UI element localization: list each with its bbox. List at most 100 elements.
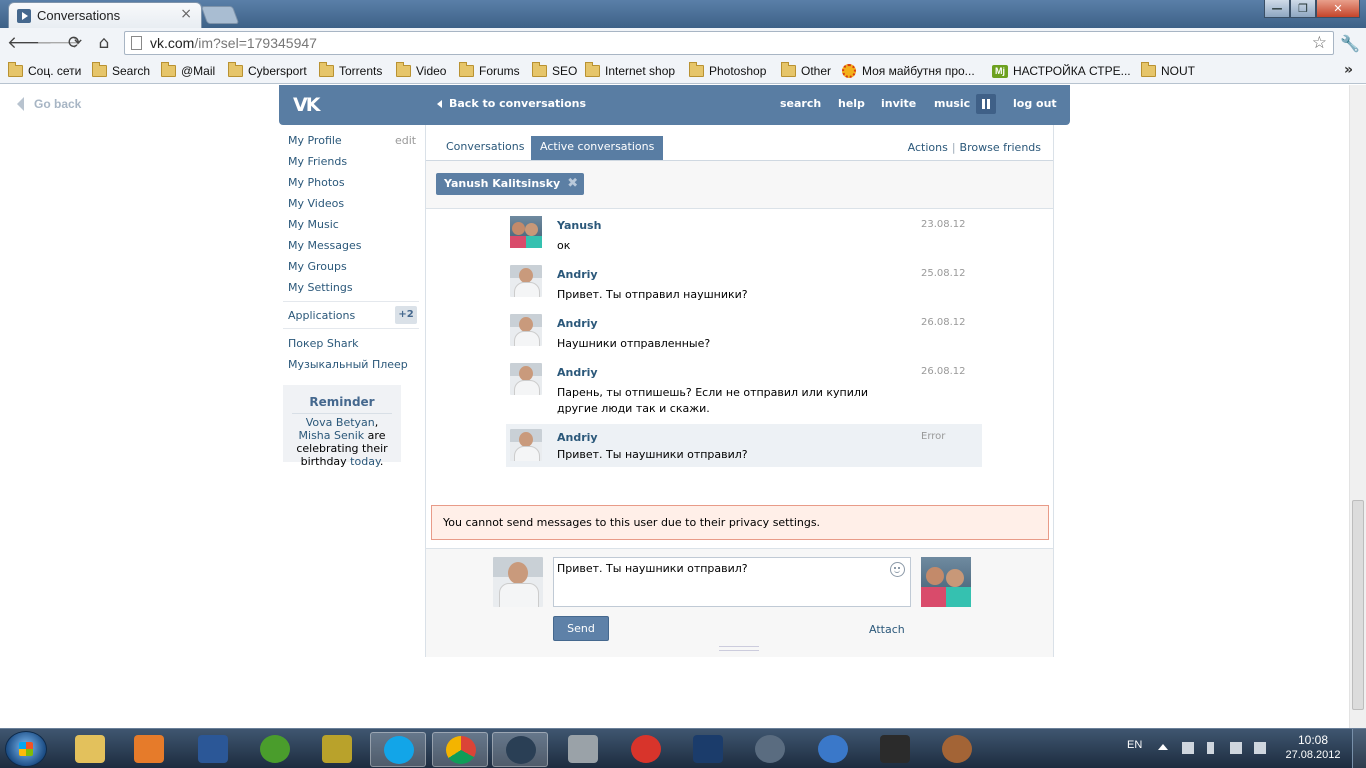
taskbar-terminal[interactable] (867, 732, 923, 767)
recipient-avatar[interactable] (921, 557, 971, 607)
bookmark-item[interactable]: Cybersport (228, 62, 307, 80)
sidebar-item-my-groups[interactable]: My Groups (288, 259, 418, 280)
wrench-menu-icon[interactable]: 🔧 (1340, 34, 1360, 53)
address-bar[interactable]: vk.com/im?sel=179345947 ☆ (124, 31, 1334, 55)
taskbar-media-player[interactable] (121, 732, 177, 767)
tray-expand-icon[interactable] (1158, 744, 1168, 750)
bookmark-item[interactable]: Photoshop (689, 62, 766, 80)
home-icon[interactable]: ⌂ (94, 33, 114, 53)
bookmark-item[interactable]: Video (396, 62, 446, 80)
resize-grip[interactable] (719, 646, 759, 651)
message-author[interactable]: Andriy (557, 366, 598, 379)
network-icon[interactable] (1230, 742, 1242, 754)
back-to-conversations-link[interactable]: Back to conversations (437, 97, 586, 110)
avatar[interactable] (510, 265, 542, 297)
sidebar-item-my-photos[interactable]: My Photos (288, 175, 418, 196)
bookmark-item[interactable]: Соц. сети (8, 62, 81, 80)
bookmark-item[interactable]: Forums (459, 62, 520, 80)
bookmark-item[interactable]: Search (92, 62, 150, 80)
go-back-link[interactable]: Go back (17, 97, 81, 111)
minimize-button[interactable]: — (1264, 0, 1290, 18)
bookmark-item[interactable]: Internet shop (585, 62, 675, 80)
taskbar-game-launcher[interactable] (555, 732, 611, 767)
remove-recipient-icon[interactable]: ✖ (567, 173, 578, 194)
emoji-icon[interactable] (890, 562, 905, 577)
bookmark-item[interactable]: @Mail (161, 62, 215, 80)
browse-friends-link[interactable]: Browse friends (960, 141, 1041, 154)
edit-menu-link[interactable]: edit (395, 134, 416, 147)
taskbar-ccleaner[interactable] (805, 732, 861, 767)
message-author[interactable]: Yanush (557, 219, 601, 232)
battery-icon[interactable] (1207, 742, 1214, 754)
applications-count-badge[interactable]: +2 (395, 306, 417, 324)
message-author[interactable]: Andriy (557, 431, 598, 444)
attach-link[interactable]: Attach (869, 623, 905, 636)
start-button[interactable] (5, 731, 47, 767)
volume-icon[interactable] (1254, 742, 1266, 754)
tab-close-icon[interactable]: × (180, 6, 192, 22)
birthday-today-link[interactable]: today (350, 455, 380, 468)
scrollbar-thumb[interactable] (1352, 500, 1364, 710)
taskbar-explorer[interactable] (62, 732, 118, 767)
birthday-person-link[interactable]: Misha Senik (299, 429, 365, 442)
taskbar-teddy-bear[interactable] (929, 732, 985, 767)
bookmark-item[interactable]: Other (781, 62, 831, 80)
language-indicator[interactable]: EN (1127, 739, 1142, 751)
taskbar-word[interactable] (185, 732, 241, 767)
bookmark-item[interactable]: Моя майбутня про... (842, 62, 975, 80)
sidebar-item-my-videos[interactable]: My Videos (288, 196, 418, 217)
sidebar-app-music-player[interactable]: Музыкальный Плеер (288, 357, 408, 378)
my-avatar[interactable] (493, 557, 543, 607)
taskbar-steam[interactable] (492, 732, 548, 767)
avatar[interactable] (510, 216, 542, 248)
maximize-button[interactable]: ❐ (1290, 0, 1316, 18)
avatar[interactable] (510, 363, 542, 395)
message-input-box[interactable]: Привет. Ты наушники отправил? (553, 557, 911, 607)
music-pause-icon[interactable] (976, 94, 996, 114)
header-link-invite[interactable]: invite (881, 97, 916, 110)
tab-active-conversations[interactable]: Active conversations (531, 136, 664, 160)
message-row[interactable]: Andriy 26.08.12 Наушники отправленные? (506, 311, 982, 359)
reload-icon[interactable]: ⟳ (65, 33, 85, 53)
message-input[interactable]: Привет. Ты наушники отправил? (554, 558, 910, 606)
actions-link[interactable]: Actions (908, 141, 948, 154)
sidebar-app-poker-shark[interactable]: Покер Shark (288, 336, 358, 357)
header-link-help[interactable]: help (838, 97, 865, 110)
taskbar-clock[interactable]: 10:08 27.08.2012 (1285, 733, 1341, 761)
browser-tab[interactable]: Conversations × (8, 2, 202, 28)
message-author[interactable]: Andriy (557, 317, 598, 330)
message-row[interactable]: Andriy 26.08.12 Парень, ты отпишешь? Есл… (506, 360, 982, 422)
taskbar-chrome[interactable] (432, 732, 488, 767)
tab-conversations[interactable]: Conversations (437, 136, 533, 160)
send-button[interactable]: Send (553, 616, 609, 641)
sidebar-item-my-music[interactable]: My Music (288, 217, 418, 238)
page-scrollbar[interactable] (1349, 85, 1366, 728)
sidebar-item-applications[interactable]: Applications (288, 308, 355, 329)
message-author[interactable]: Andriy (557, 268, 598, 281)
header-link-music[interactable]: music (934, 97, 970, 110)
show-desktop-button[interactable] (1352, 729, 1366, 768)
message-row-error[interactable]: Andriy Error Привет. Ты наушники отправи… (506, 424, 982, 467)
forward-arrow-icon[interactable]: 🡒 (36, 33, 82, 53)
taskbar-photoshop[interactable] (680, 732, 736, 767)
vk-logo[interactable]: VK (293, 94, 320, 116)
header-link-logout[interactable]: log out (1013, 97, 1057, 110)
new-tab-button[interactable] (200, 6, 240, 24)
taskbar-utorrent[interactable] (247, 732, 303, 767)
bookmark-item[interactable]: NOUT (1141, 62, 1195, 80)
taskbar-game[interactable] (309, 732, 365, 767)
taskbar-skype[interactable] (370, 732, 426, 767)
bookmark-item[interactable]: Torrents (319, 62, 382, 80)
close-window-button[interactable]: ✕ (1316, 0, 1360, 18)
header-link-search[interactable]: search (780, 97, 821, 110)
message-row[interactable]: Andriy 25.08.12 Привет. Ты отправил науш… (506, 262, 982, 310)
sidebar-item-my-messages[interactable]: My Messages (288, 238, 418, 259)
bookmark-item[interactable]: SEO (532, 62, 577, 80)
bookmark-item[interactable]: Mj НАСТРОЙКА СТРЕ... (992, 62, 1131, 80)
back-arrow-icon[interactable]: 🡐 (7, 33, 53, 53)
bookmark-star-icon[interactable]: ☆ (1312, 33, 1327, 53)
message-row[interactable]: Yanush 23.08.12 ок (506, 213, 982, 261)
sidebar-item-my-friends[interactable]: My Friends (288, 154, 418, 175)
recipient-token[interactable]: Yanush Kalitsinsky ✖ (436, 173, 585, 195)
birthday-person-link[interactable]: Vova Betyan (306, 416, 375, 429)
